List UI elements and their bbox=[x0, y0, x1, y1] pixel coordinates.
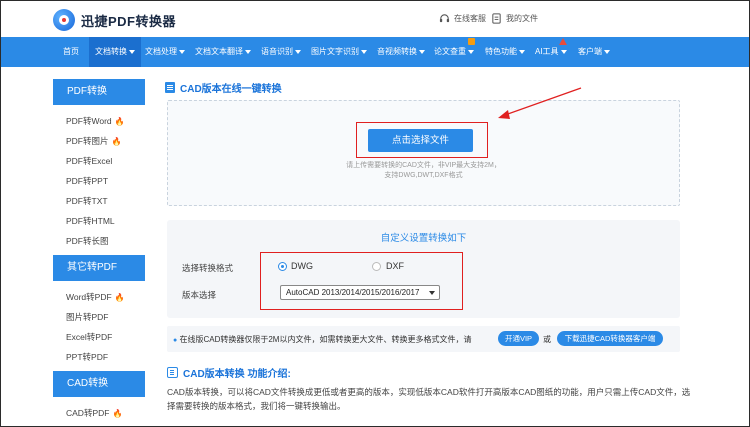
headset-icon bbox=[439, 14, 450, 23]
chevron-down-icon bbox=[468, 49, 474, 54]
sidebar-item-pdf-to-excel[interactable]: PDF转Excel bbox=[53, 151, 145, 171]
chevron-down-icon bbox=[419, 49, 425, 54]
nav-item-doc-process[interactable]: 文档处理 bbox=[145, 37, 185, 67]
fire-icon: 🔥 bbox=[112, 409, 123, 418]
sidebar-item-excel-to-pdf[interactable]: Excel转PDF bbox=[53, 327, 145, 347]
page-title: CAD版本在线一键转换 bbox=[165, 80, 282, 95]
upload-hint: 请上传需要转换的CAD文件，非VIP最大支持2M， 支持DWG,DWT,DXF格… bbox=[346, 162, 501, 179]
annotation-highlight-box bbox=[260, 252, 463, 310]
info-doc-icon bbox=[167, 367, 178, 378]
notice-or: 或 bbox=[543, 335, 551, 344]
nav-item-doc-translate[interactable]: 文档文本翻译 bbox=[195, 37, 251, 67]
my-files-link[interactable]: 我的文件 bbox=[491, 13, 538, 24]
chevron-down-icon bbox=[604, 49, 610, 54]
header: 迅捷PDF转换器 在线客服 我的文件 bbox=[1, 1, 749, 37]
sidebar: PDF转换 PDF转Word 🔥 PDF转图片 🔥 PDF转Excel PDF转PP… bbox=[53, 79, 145, 426]
fire-icon: 🔥 bbox=[114, 293, 125, 302]
sidebar-item-pdf-to-html[interactable]: PDF转HTML bbox=[53, 211, 145, 231]
chevron-down-icon bbox=[295, 49, 301, 54]
chevron-down-icon bbox=[519, 49, 525, 54]
sidebar-item-word-to-pdf[interactable]: Word转PDF 🔥 bbox=[53, 287, 145, 307]
logo[interactable]: 迅捷PDF转换器 bbox=[53, 9, 176, 31]
online-service-label: 在线客服 bbox=[454, 14, 486, 23]
nav-item-doc-convert[interactable]: 文档转换 bbox=[89, 37, 141, 67]
settings-title: 自定义设置转换如下 bbox=[380, 233, 467, 244]
nav-item-client[interactable]: 客户端 bbox=[578, 37, 610, 67]
sidebar-item-pdf-to-txt[interactable]: PDF转TXT bbox=[53, 191, 145, 211]
chevron-down-icon bbox=[361, 49, 367, 54]
open-vip-button[interactable]: 开通VIP bbox=[498, 331, 539, 346]
hot-badge-icon bbox=[559, 38, 567, 45]
sidebar-item-pdf-to-long-image[interactable]: PDF转长图 bbox=[53, 231, 145, 251]
my-files-label: 我的文件 bbox=[506, 14, 538, 23]
sidebar-group-title: PDF转换 bbox=[53, 79, 145, 105]
document-icon bbox=[165, 82, 175, 93]
sidebar-item-image-to-pdf[interactable]: 图片转PDF bbox=[53, 307, 145, 327]
annotation-highlight-box bbox=[356, 122, 488, 158]
chevron-down-icon bbox=[560, 49, 567, 54]
fire-icon: 🔥 bbox=[111, 137, 122, 146]
nav-item-ocr[interactable]: 图片文字识别 bbox=[311, 37, 367, 67]
sidebar-group-title: CAD转换 bbox=[53, 371, 145, 397]
format-label: 选择转换格式 bbox=[182, 263, 234, 273]
chevron-down-icon bbox=[129, 49, 135, 54]
chevron-down-icon bbox=[245, 49, 251, 54]
online-service-link[interactable]: 在线客服 bbox=[439, 13, 486, 24]
chevron-down-icon bbox=[179, 49, 185, 54]
sidebar-item-pdf-to-word[interactable]: PDF转Word 🔥 bbox=[53, 111, 145, 131]
sidebar-item-ppt-to-pdf[interactable]: PPT转PDF bbox=[53, 347, 145, 367]
sidebar-item-pdf-to-image[interactable]: PDF转图片 🔥 bbox=[53, 131, 145, 151]
nav-item-home[interactable]: 首页 bbox=[53, 37, 89, 67]
intro-title: CAD版本转换 功能介绍: bbox=[167, 365, 291, 380]
file-icon bbox=[492, 13, 501, 24]
sidebar-group-title: 其它转PDF bbox=[53, 255, 145, 281]
page: 迅捷PDF转换器 在线客服 我的文件 首页 文档转换 文档处理 文档文本翻译 语… bbox=[0, 0, 750, 427]
nav-item-features[interactable]: 特色功能 bbox=[485, 37, 525, 67]
fire-icon: 🔥 bbox=[114, 117, 125, 126]
sidebar-item-pdf-to-ppt[interactable]: PDF转PPT bbox=[53, 171, 145, 191]
nav-item-av-convert[interactable]: 音视频转换 bbox=[377, 37, 425, 67]
main-nav: 首页 文档转换 文档处理 文档文本翻译 语音识别 图片文字识别 音视频转换 论文… bbox=[1, 37, 749, 67]
nav-item-speech[interactable]: 语音识别 bbox=[261, 37, 301, 67]
logo-icon bbox=[53, 9, 75, 31]
download-client-button[interactable]: 下载迅捷CAD转换器客户端 bbox=[557, 331, 663, 346]
new-badge-icon bbox=[468, 38, 475, 45]
version-label: 版本选择 bbox=[182, 290, 217, 300]
notice-text: ● 在线版CAD转换器仅限于2M以内文件，如需转换更大文件、转换更多格式文件，请 bbox=[173, 335, 472, 344]
sidebar-item-cad-to-pdf[interactable]: CAD转PDF 🔥 bbox=[53, 403, 145, 423]
logo-text: 迅捷PDF转换器 bbox=[81, 13, 177, 29]
bullet-dot-icon: ● bbox=[173, 337, 178, 344]
intro-text: CAD版本转换，可以将CAD文件转换成更低或者更高的版本，实现低版本CAD软件打… bbox=[167, 387, 691, 411]
